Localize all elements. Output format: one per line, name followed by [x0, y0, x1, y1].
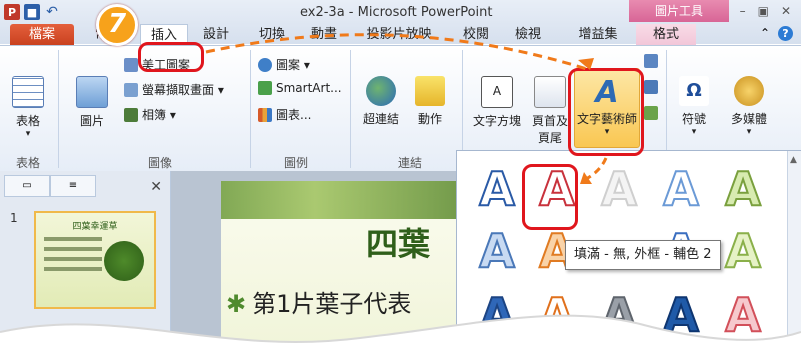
dashed-arrow-path: [205, 33, 591, 72]
powerpoint-window: P ■ ↶ ex2-3a - Microsoft PowerPoint 圖片工具…: [0, 0, 801, 358]
style-tooltip: 填滿 - 無, 外框 - 輔色 2: [565, 240, 721, 270]
torn-paper-shape: [0, 315, 801, 358]
torn-page-edge: [0, 314, 801, 358]
dashed-arrow-path: [583, 157, 608, 182]
